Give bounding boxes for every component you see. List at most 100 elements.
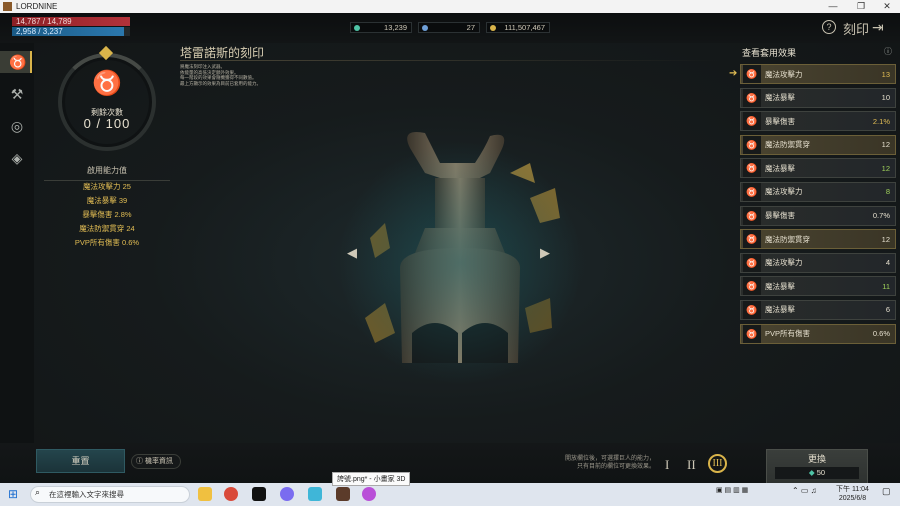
ability-item: 暴擊傷害 2.8% xyxy=(82,210,132,219)
taskbar-tooltip: 誇號.png* - 小畫家 3D xyxy=(332,472,411,486)
app-icon xyxy=(3,2,12,11)
bull-emblem-icon: ♉ xyxy=(743,135,761,154)
effect-name: 魔法暴擊 xyxy=(765,93,795,103)
sidebar-item-engraving[interactable]: ♉ xyxy=(0,51,32,73)
applied-effect-row[interactable]: ♉ 魔法暴擊 11 xyxy=(740,276,896,297)
effect-value: 12 xyxy=(881,163,890,173)
abilities-title: 啟用能力值 xyxy=(44,165,170,181)
paint3d-icon[interactable] xyxy=(362,487,376,501)
applied-effect-row[interactable]: ♉ 魔法暴擊 10 xyxy=(740,87,896,108)
restore-button[interactable]: ❐ xyxy=(850,0,872,13)
applied-effect-row[interactable]: ♉ 魔法暴擊 12 xyxy=(740,158,896,179)
applied-effect-row[interactable]: ♉ PVP所有傷害 0.6% xyxy=(740,323,896,344)
applied-effect-row[interactable]: ♉ 魔法攻擊力 4 xyxy=(740,252,896,273)
applied-effects-title: 查看套用效果 xyxy=(742,48,797,58)
bull-emblem-icon: ♉ xyxy=(743,230,761,249)
bull-head-icon: ♉ xyxy=(9,54,27,70)
applied-effect-row[interactable]: ♉ 魔法防禦貫穿 12 xyxy=(740,134,896,155)
applied-effects-list: ♉ 魔法攻擊力 13 ♉ 魔法暴擊 10 ♉ 暴擊傷害 2.1% ♉ 魔法防禦貫穿 12 ♉ 魔法暴擊 12… xyxy=(740,64,896,347)
bull-emblem-icon: ♉ xyxy=(743,324,761,343)
sidebar-item-orb[interactable]: ◎ xyxy=(6,115,28,137)
bull-emblem-icon: ♉ xyxy=(743,277,761,296)
orb-icon: ◎ xyxy=(10,118,24,134)
gem-cube-icon: ◈ xyxy=(11,150,23,166)
probability-info-button[interactable]: ⓘ 機率資訊 xyxy=(131,454,181,469)
title-divider xyxy=(180,60,720,61)
tradingview-icon[interactable] xyxy=(252,487,266,501)
mp-bar-empty xyxy=(124,27,130,36)
engraving-artifact xyxy=(340,128,580,398)
effect-name: 魔法防禦貫穿 xyxy=(765,234,810,244)
sidebar-item-forge[interactable]: ⚒ xyxy=(6,83,28,105)
abilities-list: 魔法攻擊力 25 魔法暴擊 39 暴擊傷害 2.8% 魔法防禦貫穿 24 PVP… xyxy=(44,181,170,251)
tray-network-volume-icons[interactable]: ⌃ ▭ ♫ xyxy=(792,486,817,495)
sidebar-item-gem[interactable]: ◈ xyxy=(6,147,28,169)
game-viewport: 14,787 / 14,789 2,958 / 3,237 13,239 27 … xyxy=(0,13,900,489)
bull-emblem-icon: ♉ xyxy=(743,182,761,201)
ability-item: PVP所有傷害 0.6% xyxy=(74,238,140,247)
file-explorer-icon[interactable] xyxy=(198,487,212,501)
engraving-title: 塔雷諾斯的刻印 xyxy=(180,46,265,60)
ability-item: 魔法防禦貫穿 24 xyxy=(79,224,135,233)
bull-emblem-icon: ♉ xyxy=(743,159,761,178)
tray-icons[interactable]: ▣ ▤ ▥ ▦ xyxy=(716,486,748,494)
effect-name: 魔法攻擊力 xyxy=(765,187,803,197)
help-button[interactable]: ? xyxy=(822,20,836,34)
slot-hint-line2: 只有目前的欄位可更換效果。 xyxy=(576,463,655,470)
effect-name: 魔法攻擊力 xyxy=(765,69,803,79)
reset-button[interactable]: 重置 xyxy=(36,449,125,473)
effect-value: 10 xyxy=(881,93,890,103)
coin-icon xyxy=(490,25,496,31)
hp-bar: 14,787 / 14,789 xyxy=(12,17,130,26)
change-label: 更換 xyxy=(807,454,826,464)
effect-name: 魔法暴擊 xyxy=(765,305,795,315)
windows-start-icon[interactable]: ⊞ xyxy=(8,487,18,501)
bull-emblem-icon: ♉ xyxy=(743,88,761,107)
chrome-icon[interactable] xyxy=(224,487,238,501)
notification-icon[interactable]: ▢ xyxy=(882,486,891,497)
ability-item: 魔法暴擊 39 xyxy=(86,196,128,205)
effect-value: 12 xyxy=(881,234,890,244)
bull-emblem-icon: ♉ xyxy=(743,253,761,272)
next-arrow-icon[interactable]: ▶ xyxy=(540,245,550,261)
info-icon[interactable]: ⓘ xyxy=(884,46,892,57)
bull-skull-icon: ♉ xyxy=(92,70,122,97)
close-button[interactable]: ✕ xyxy=(876,0,898,13)
effect-name: 暴擊傷害 xyxy=(765,211,795,221)
slot-hint: 開放欄位後，可選擇巨人的能力， 只有目前的欄位可更換效果。 xyxy=(520,456,655,471)
engraving-description: 將魔法刻印注入武器。 依能量的高低決定額外效果。 每一階段的效果會隨機獲得不同數… xyxy=(180,64,261,86)
messenger-icon[interactable] xyxy=(280,487,294,501)
minimize-button[interactable]: — xyxy=(822,0,844,13)
applied-effect-row[interactable]: ♉ 魔法攻擊力 13 xyxy=(740,64,896,84)
clock[interactable]: 下午 11:04 2025/6/8 xyxy=(836,485,869,503)
effect-name: 魔法防禦貫穿 xyxy=(765,140,810,150)
remaining-value: 0 / 100 xyxy=(83,116,131,131)
currency-ticket: 27 xyxy=(418,22,480,33)
tier-1-button[interactable]: I xyxy=(665,457,669,473)
taskbar-search-input[interactable]: 在這裡輸入文字來搜尋 xyxy=(30,486,190,503)
applied-effect-row[interactable]: ♉ 魔法暴擊 6 xyxy=(740,299,896,320)
bull-emblem-icon: ♉ xyxy=(743,112,761,131)
applied-effect-row[interactable]: ♉ 魔法防禦貫穿 12 xyxy=(740,229,896,250)
applied-effect-row[interactable]: ♉ 魔法攻擊力 8 xyxy=(740,181,896,202)
lordnine-taskbar-icon[interactable] xyxy=(336,487,350,501)
effect-value: 0.7% xyxy=(872,211,890,221)
bull-emblem-icon: ♉ xyxy=(743,65,761,83)
currency-crystal: 13,239 xyxy=(350,22,412,33)
applied-effect-row[interactable]: ♉ 暴擊傷害 0.7% xyxy=(740,205,896,226)
ticket-icon xyxy=(422,25,428,31)
effect-value: 11 xyxy=(882,281,890,291)
app-icon-5[interactable] xyxy=(308,487,322,501)
tier-3-button[interactable]: III xyxy=(708,454,727,473)
effect-value: 4 xyxy=(885,258,890,268)
tier-2-button[interactable]: II xyxy=(687,457,696,473)
bull-emblem-icon: ♉ xyxy=(743,206,761,225)
exit-icon[interactable]: ⇥ xyxy=(872,19,884,36)
crystal-icon: ◆ xyxy=(808,468,817,477)
window-titlebar: LORDNINE — ❐ ✕ xyxy=(0,0,900,13)
current-pointer-icon: ➔ xyxy=(729,68,738,79)
previous-arrow-icon[interactable]: ◀ xyxy=(347,245,357,261)
effect-value: 6 xyxy=(885,305,890,315)
hammer-icon: ⚒ xyxy=(10,86,24,102)
applied-effect-row[interactable]: ♉ 暴擊傷害 2.1% xyxy=(740,111,896,132)
